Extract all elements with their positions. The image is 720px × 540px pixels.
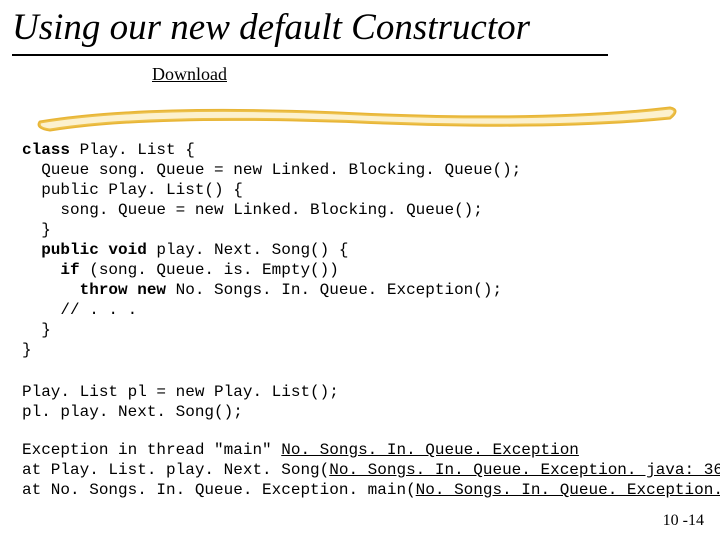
code-text xyxy=(22,281,80,299)
code-text xyxy=(22,261,60,279)
code-text: Queue song. Queue = new Linked. Blocking… xyxy=(22,161,521,179)
slide: Using our new default Constructor Downlo… xyxy=(0,0,720,540)
keyword-public-void: public void xyxy=(41,241,147,259)
code-text: Play. List pl = xyxy=(22,383,176,401)
keyword-throw-new: throw new xyxy=(80,281,166,299)
code-text xyxy=(22,241,41,259)
code-text: Play. List { xyxy=(70,141,195,159)
trace-text: at No. Songs. In. Queue. Exception. main… xyxy=(22,481,416,499)
code-text: } xyxy=(22,321,51,339)
code-text: // . . . xyxy=(22,301,137,319)
trace-link: No. Songs. In. Queue. Exception. java: 3… xyxy=(329,461,720,479)
trace-link: No. Songs. In. Queue. Exception. java: 1… xyxy=(416,481,720,499)
code-text: play. Next. Song() { xyxy=(147,241,349,259)
code-text: song. Queue = new Linked. Blocking. Queu… xyxy=(22,201,483,219)
download-link[interactable]: Download xyxy=(152,64,227,85)
stack-trace: Exception in thread "main" No. Songs. In… xyxy=(22,440,720,500)
keyword-class: class xyxy=(22,141,70,159)
trace-link: No. Songs. In. Queue. Exception xyxy=(281,441,579,459)
code-text: (song. Queue. is. Empty()) xyxy=(80,261,339,279)
keyword-if: if xyxy=(60,261,79,279)
keyword-new: new xyxy=(176,383,205,401)
code-text: } xyxy=(22,221,51,239)
code-text: pl. play. Next. Song(); xyxy=(22,403,243,421)
code-block-main: class Play. List { Queue song. Queue = n… xyxy=(22,140,521,360)
title-underline xyxy=(12,54,608,56)
trace-text: at Play. List. play. Next. Song( xyxy=(22,461,329,479)
code-text: } xyxy=(22,341,32,359)
slide-title: Using our new default Constructor xyxy=(12,6,530,49)
decorative-swoosh xyxy=(30,100,690,136)
slide-number: 10 -14 xyxy=(663,512,704,530)
code-text: Play. List(); xyxy=(204,383,338,401)
code-text: No. Songs. In. Queue. Exception(); xyxy=(166,281,502,299)
code-text: public Play. List() { xyxy=(22,181,243,199)
code-block-usage: Play. List pl = new Play. List(); pl. pl… xyxy=(22,382,339,422)
trace-text: Exception in thread "main" xyxy=(22,441,281,459)
